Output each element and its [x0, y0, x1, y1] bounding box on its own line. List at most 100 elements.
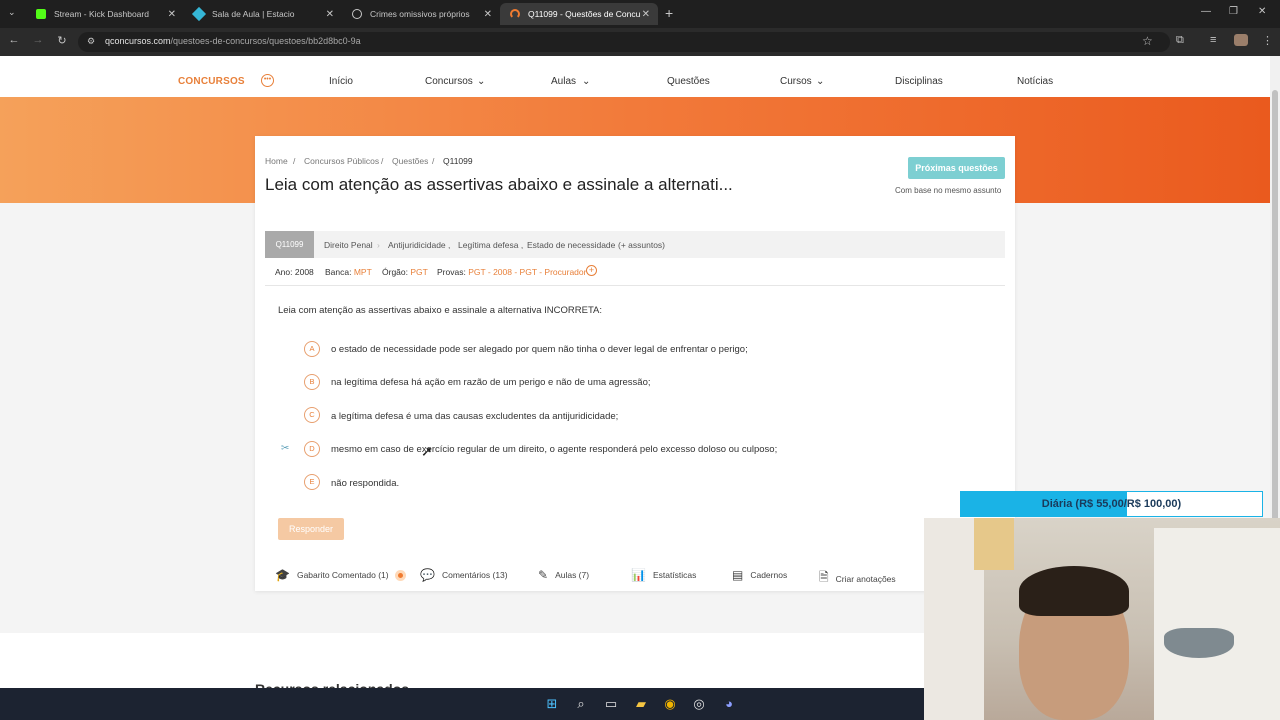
footer-tab-label: Estatísticas — [652, 570, 697, 580]
footer-tab-cadernos[interactable]: ▤ Cadernos — [732, 568, 787, 582]
chevron-down-icon[interactable]: ⌄ — [477, 76, 485, 87]
os-taskbar — [0, 688, 924, 720]
next-questions-button[interactable]: Próximas questões — [908, 157, 1005, 179]
subject-antijuridicidade[interactable]: Antijuridicidade , — [388, 240, 450, 250]
tab-qconcursos[interactable]: Q11099 - Questões de Concurs ✕ — [500, 3, 658, 25]
site-info-icon[interactable]: ⚙ — [87, 36, 95, 47]
nav-disciplinas[interactable]: Disciplinas — [895, 76, 943, 87]
profile-avatar-icon[interactable] — [1234, 34, 1248, 46]
bar-chart-icon: 📊 — [631, 568, 646, 582]
meta-orgao-value[interactable]: PGT — [410, 267, 427, 277]
more-subjects-link[interactable]: (+ assuntos) — [618, 240, 665, 250]
tab-kick-dashboard[interactable]: Stream - Kick Dashboard ✕ — [26, 3, 184, 25]
url-field[interactable]: ⚙ qconcursos.com/questoes-de-concursos/q… — [78, 32, 1170, 52]
brand-link[interactable]: CONCURSOS — [178, 76, 245, 87]
bookmark-star-icon[interactable]: ☆ — [1142, 34, 1153, 48]
url-path: /questoes-de-concursos/questoes/bb2d8bc0… — [170, 36, 361, 46]
reload-icon[interactable]: ↻ — [54, 34, 70, 47]
windows-start-icon[interactable]: ⊞ — [543, 695, 561, 713]
tab-estacio[interactable]: Sala de Aula | Estacio ✕ — [184, 3, 342, 25]
nav-concursos[interactable]: Concursos — [425, 76, 473, 87]
webcam-feed — [924, 518, 1280, 720]
tab-crimes-omissivos[interactable]: Crimes omissivos próprios ✕ — [342, 3, 500, 25]
webcam-person-hair — [1019, 566, 1129, 616]
nav-cursos[interactable]: Cursos — [780, 76, 812, 87]
close-icon[interactable]: ✕ — [484, 9, 492, 20]
chevron-down-icon[interactable]: ⌄ — [582, 76, 590, 87]
kick-logo-icon — [36, 9, 46, 19]
question-card — [255, 136, 1015, 591]
extensions-icon[interactable]: ⧉ — [1176, 34, 1184, 47]
option-letter-c[interactable]: C — [304, 407, 320, 423]
task-view-icon[interactable]: ▭ — [602, 695, 620, 713]
tab-title: Stream - Kick Dashboard — [54, 9, 149, 19]
scrollbar-thumb[interactable] — [1272, 90, 1278, 570]
subject-legitima-defesa[interactable]: Legítima defesa , — [458, 240, 523, 250]
meta-ano: Ano: 2008 — [275, 267, 314, 277]
nav-noticias[interactable]: Notícias — [1017, 76, 1053, 87]
more-dots-icon[interactable]: ••• — [261, 74, 274, 87]
footer-tab-label: Aulas (7) — [555, 570, 590, 580]
subject-direito-penal[interactable]: Direito Penal — [324, 240, 373, 250]
meta-provas-value[interactable]: PGT - 2008 - PGT - Procurador — [468, 267, 586, 277]
option-letter-e[interactable]: E — [304, 474, 320, 490]
add-circle-icon[interactable]: + — [586, 265, 597, 276]
tab-title: Q11099 - Questões de Concurs — [528, 9, 640, 19]
minimize-icon[interactable]: — — [1201, 6, 1211, 17]
new-tab-icon[interactable]: + — [665, 5, 673, 21]
option-letter-a[interactable]: A — [304, 341, 320, 357]
window-close-icon[interactable]: ✕ — [1258, 6, 1266, 17]
chrome-icon[interactable]: ◉ — [661, 695, 679, 713]
chevron-down-icon[interactable]: ⌄ — [816, 76, 824, 87]
back-icon[interactable]: ← — [6, 34, 22, 46]
file-explorer-icon[interactable]: ▰ — [632, 695, 650, 713]
webcam-basin — [1164, 628, 1234, 658]
option-text-e[interactable]: não respondida. — [331, 478, 399, 489]
option-text-a[interactable]: o estado de necessidade pode ser alegado… — [331, 344, 748, 355]
footer-tab-comentarios[interactable]: 💬 Comentários (13) — [420, 568, 508, 582]
meta-orgao: Órgão: PGT — [382, 267, 428, 277]
footer-tab-gabarito[interactable]: 🎓 Gabarito Comentado (1) — [275, 568, 406, 582]
answer-button[interactable]: Responder — [278, 518, 344, 540]
goal-text: Diária (R$ 55,00/R$ 100,00) — [1041, 498, 1182, 510]
nav-questoes[interactable]: Questões — [667, 76, 710, 87]
option-letter-d[interactable]: D — [304, 441, 320, 457]
webcam-poster — [974, 518, 1014, 570]
page-title: Leia com atenção as assertivas abaixo e … — [265, 175, 733, 194]
search-icon[interactable]: ⌕ — [572, 695, 590, 713]
option-text-c[interactable]: a legítima defesa é uma das causas exclu… — [331, 411, 618, 422]
nav-inicio[interactable]: Início — [329, 76, 353, 87]
tab-title: Crimes omissivos próprios — [370, 9, 470, 19]
option-text-b[interactable]: na legítima defesa há ação em razão de u… — [331, 377, 651, 388]
mouse-cursor-icon: ➚ — [421, 443, 433, 459]
tab-list-chevron-icon[interactable]: ⌄ — [8, 7, 16, 18]
media-icon[interactable]: ≡ — [1210, 34, 1216, 46]
option-text-d[interactable]: mesmo em caso de exercício regular de um… — [331, 444, 777, 455]
question-id-badge: Q11099 — [265, 231, 314, 258]
chat-icon: 💬 — [420, 568, 435, 582]
estacio-logo-icon — [191, 6, 207, 22]
document-icon: 🗎 — [819, 570, 829, 584]
subject-separator-icon: › — [377, 240, 380, 250]
meta-provas-label: Provas: — [437, 267, 466, 277]
scissors-icon[interactable]: ✂ — [281, 443, 289, 454]
option-letter-b[interactable]: B — [304, 374, 320, 390]
close-icon[interactable]: ✕ — [642, 9, 650, 20]
footer-tab-anotacoes[interactable]: 🗎 Criar anotações — [819, 568, 896, 589]
breadcrumb-questoes[interactable]: Questões — [392, 156, 428, 166]
breadcrumb-home[interactable]: Home — [265, 156, 288, 166]
breadcrumb-concursos[interactable]: Concursos Públicos — [304, 156, 379, 166]
nav-aulas[interactable]: Aulas — [551, 76, 576, 87]
menu-icon[interactable]: ⋮ — [1262, 34, 1273, 47]
close-icon[interactable]: ✕ — [168, 9, 176, 20]
footer-tab-aulas[interactable]: ✎ Aulas (7) — [538, 568, 589, 582]
close-icon[interactable]: ✕ — [326, 9, 334, 20]
footer-tab-estatisticas[interactable]: 📊 Estatísticas — [631, 568, 696, 582]
forward-icon[interactable]: → — [30, 34, 46, 46]
restore-icon[interactable]: ❐ — [1229, 6, 1238, 17]
meta-banca-value[interactable]: MPT — [354, 267, 372, 277]
discord-icon[interactable]: ◕ — [720, 695, 738, 713]
obs-icon[interactable]: ◎ — [690, 695, 708, 713]
notebook-icon: ▤ — [732, 568, 744, 582]
subject-estado-necessidade[interactable]: Estado de necessidade — [527, 240, 615, 250]
